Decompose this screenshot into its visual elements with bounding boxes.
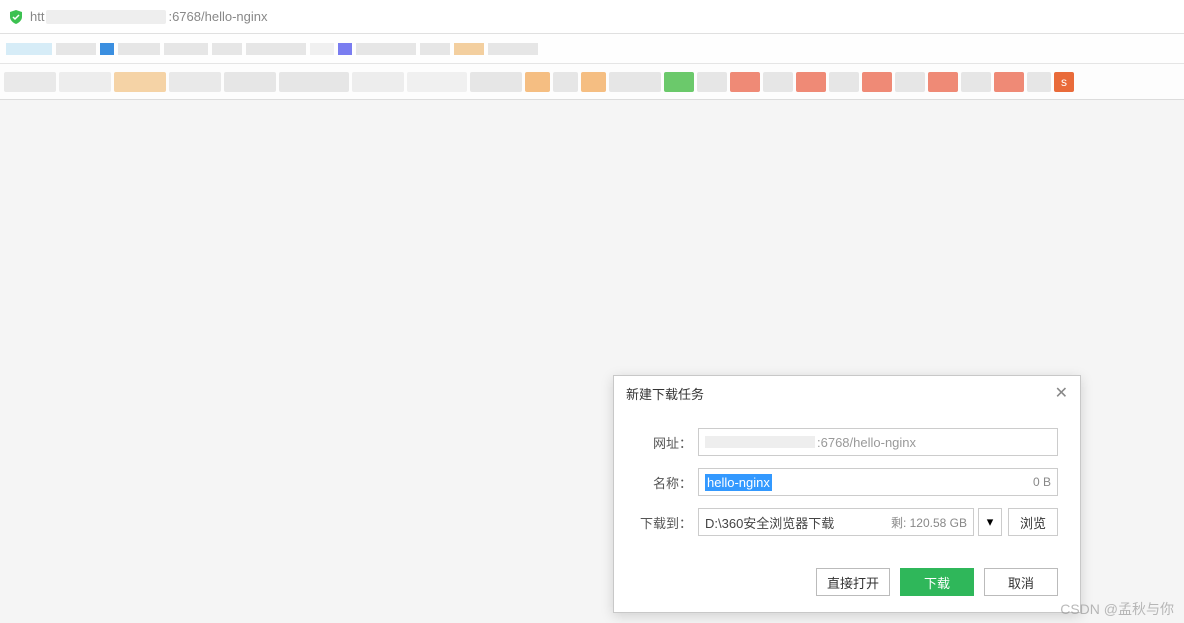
cancel-button[interactable]: 取消 [984, 568, 1058, 596]
dialog-header: 新建下载任务 ✕ [614, 376, 1080, 410]
url-label: 网址： [636, 433, 692, 452]
watermark: CSDN @孟秋与你 [1060, 599, 1174, 619]
url-blurred-prefix [705, 436, 815, 448]
tab-badge-s: s [1054, 72, 1074, 92]
saveto-input[interactable]: D:\360安全浏览器下载 剩: 120.58 GB [698, 508, 974, 536]
name-label: 名称： [636, 473, 692, 492]
disk-remain: 剩: 120.58 GB [891, 514, 967, 531]
bookmarks-bar[interactable] [0, 34, 1184, 64]
close-icon[interactable]: ✕ [1055, 383, 1068, 403]
url-suffix: :6768/hello-nginx [817, 435, 916, 450]
browse-button[interactable]: 浏览 [1008, 508, 1058, 536]
shield-icon [8, 9, 24, 25]
chevron-down-icon: ▾ [987, 514, 994, 530]
name-input[interactable]: hello-nginx 0 B [698, 468, 1058, 496]
save-path: D:\360安全浏览器下载 [705, 513, 834, 532]
file-size: 0 B [1033, 475, 1051, 489]
saveto-label: 下载到： [636, 513, 692, 532]
open-button[interactable]: 直接打开 [816, 568, 890, 596]
url-text[interactable]: htt :6768/hello-nginx [30, 9, 268, 24]
download-dialog: 新建下载任务 ✕ 网址： :6768/hello-nginx 名称： hello… [613, 375, 1081, 613]
download-button[interactable]: 下载 [900, 568, 974, 596]
address-bar[interactable]: htt :6768/hello-nginx [0, 0, 1184, 34]
url-protocol: htt [30, 9, 44, 24]
url-input[interactable]: :6768/hello-nginx [698, 428, 1058, 456]
url-blurred-host [46, 10, 166, 24]
url-port-path: :6768/hello-nginx [168, 9, 267, 24]
dialog-title: 新建下载任务 [626, 384, 704, 403]
tabs-bar[interactable]: s [0, 64, 1184, 100]
name-value: hello-nginx [705, 474, 772, 491]
saveto-dropdown[interactable]: ▾ [978, 508, 1002, 536]
